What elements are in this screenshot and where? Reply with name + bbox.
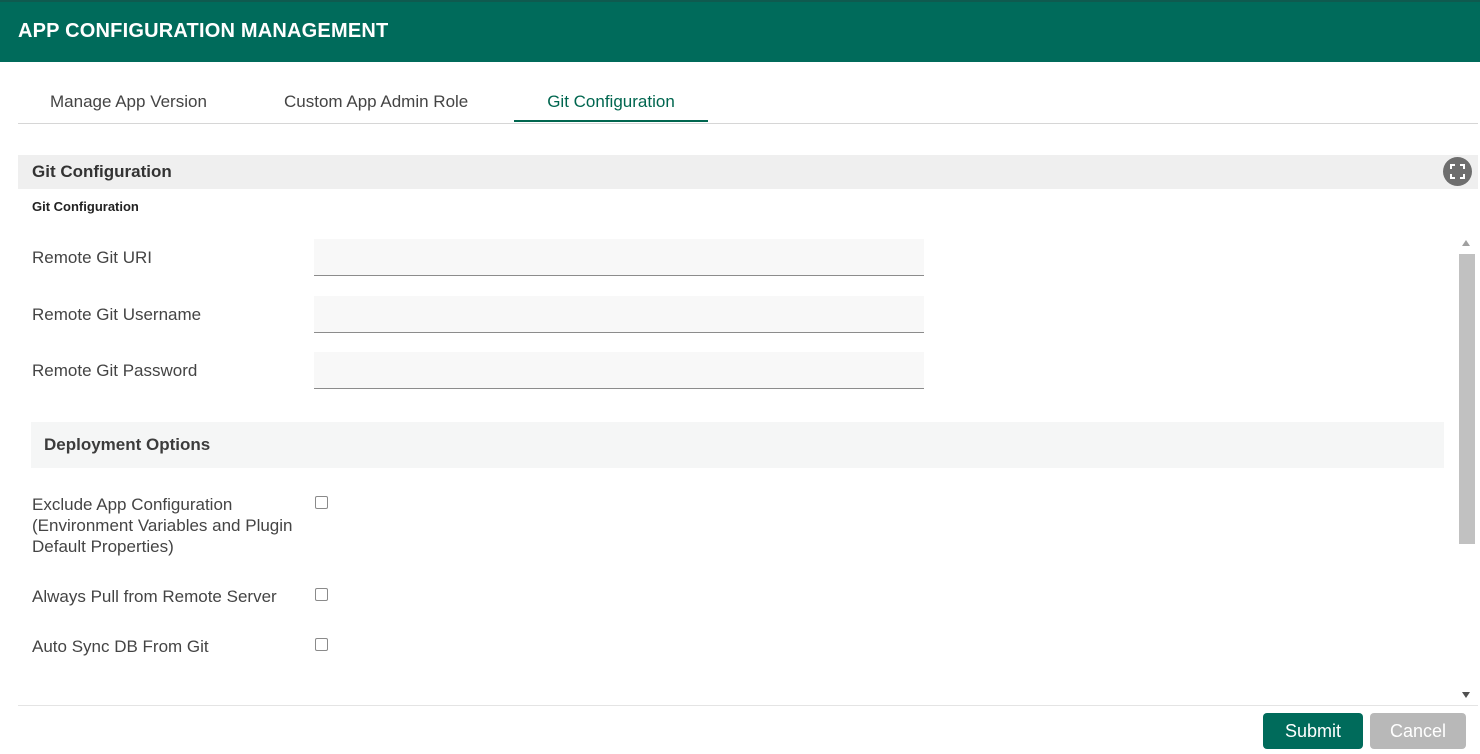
remote-git-password-label: Remote Git Password (32, 361, 198, 380)
fullscreen-icon (1450, 164, 1465, 179)
cancel-button[interactable]: Cancel (1370, 713, 1466, 749)
deployment-options-title: Deployment Options (44, 435, 211, 454)
option-row-always-pull: Always Pull from Remote Server (32, 586, 1452, 610)
option-row-exclude-app-configuration: Exclude App Configuration (Environment V… (32, 494, 1452, 560)
remote-git-uri-label: Remote Git URI (32, 248, 152, 267)
form-scroll-area: Remote Git URI Remote Git Username Remot… (18, 232, 1478, 704)
tab-manage-app-version[interactable]: Manage App Version (18, 82, 239, 123)
panel-title: Git Configuration (32, 162, 172, 181)
field-row-remote-git-uri: Remote Git URI (32, 239, 1452, 276)
vertical-scrollbar[interactable] (1456, 234, 1478, 704)
remote-git-uri-input[interactable] (314, 239, 924, 276)
deployment-options-section: Deployment Options (31, 422, 1444, 468)
tab-bar: Manage App Version Custom App Admin Role… (18, 82, 1478, 124)
exclude-app-configuration-checkbox[interactable] (315, 496, 328, 509)
fullscreen-button[interactable] (1443, 157, 1472, 186)
exclude-app-configuration-label: Exclude App Configuration (Environment V… (32, 495, 293, 556)
app-header: APP CONFIGURATION MANAGEMENT (0, 0, 1480, 62)
field-row-remote-git-username: Remote Git Username (32, 296, 1452, 333)
remote-git-password-input[interactable] (314, 352, 924, 389)
always-pull-checkbox[interactable] (315, 588, 328, 601)
tab-git-configuration[interactable]: Git Configuration (514, 82, 708, 122)
scroll-up-arrow-icon[interactable] (1462, 240, 1470, 246)
scroll-thumb[interactable] (1459, 254, 1475, 544)
tab-custom-app-admin-role[interactable]: Custom App Admin Role (252, 82, 500, 123)
scroll-down-arrow-icon[interactable] (1462, 692, 1470, 698)
remote-git-username-input[interactable] (314, 296, 924, 333)
auto-sync-db-checkbox[interactable] (315, 638, 328, 651)
app-title: APP CONFIGURATION MANAGEMENT (18, 20, 389, 42)
always-pull-label: Always Pull from Remote Server (32, 587, 277, 606)
form-footer: Submit Cancel (18, 705, 1478, 754)
panel-subtitle: Git Configuration (32, 199, 139, 214)
auto-sync-db-label: Auto Sync DB From Git (32, 637, 209, 656)
submit-button[interactable]: Submit (1263, 713, 1363, 749)
field-row-remote-git-password: Remote Git Password (32, 352, 1452, 389)
panel-header: Git Configuration (18, 155, 1478, 189)
option-row-auto-sync-db: Auto Sync DB From Git (32, 636, 1452, 660)
remote-git-username-label: Remote Git Username (32, 305, 202, 324)
